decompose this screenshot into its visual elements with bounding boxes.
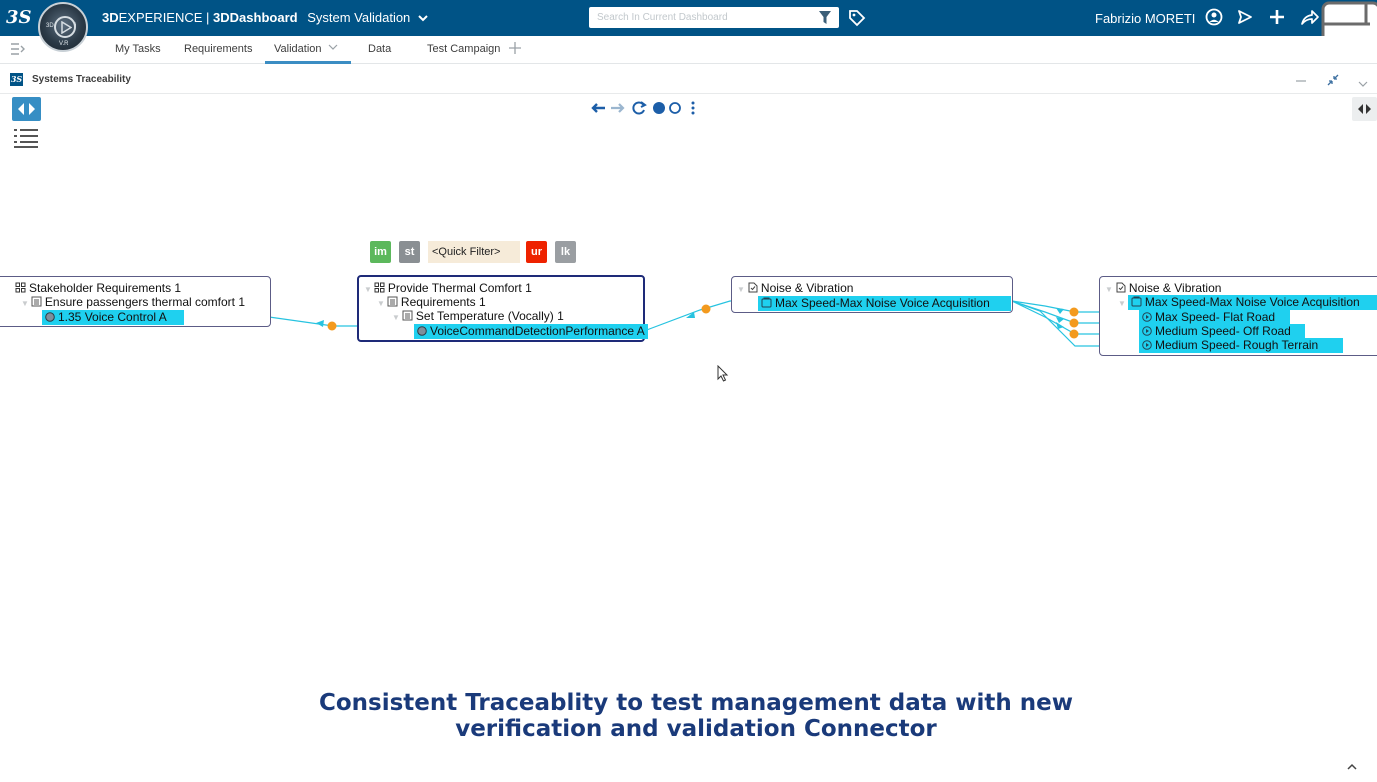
node-title-row: Stakeholder Requirements 1 (15, 281, 181, 296)
test-case-icon (761, 297, 772, 311)
video-caption: Consistent Traceablity to test managemen… (0, 690, 1377, 742)
node-leaf-row[interactable]: 1.35 Voice Control A (42, 310, 184, 325)
compass-icon[interactable]: 3D i V.R (38, 2, 88, 52)
expand-triangle-icon[interactable]: ▼ (1105, 285, 1113, 294)
node-title-row: ▼ Noise & Vibration (737, 281, 853, 297)
node-leaf-label: Max Speed-Max Noise Voice Acquisition (775, 296, 990, 310)
node-title: Provide Thermal Comfort 1 (387, 281, 532, 295)
requirement-group-icon (15, 282, 26, 296)
node-leaf-row[interactable]: Max Speed- Flat Road (1139, 310, 1290, 325)
node-leaf-label: Medium Speed- Rough Terrain (1155, 338, 1319, 352)
node-grandchild-row[interactable]: ▼ Set Temperature (Vocally) 1 (392, 309, 564, 325)
globe-icon (417, 325, 427, 339)
node-child-label: Ensure passengers thermal comfort 1 (44, 295, 246, 309)
node-child-row[interactable]: ▼ Max Speed-Max Noise Voice Acquisition (1118, 295, 1377, 311)
node-child-row[interactable]: ▼ Ensure passengers thermal comfort 1 (21, 295, 245, 311)
test-document-icon (747, 282, 758, 296)
noise-vibration-node-2[interactable]: ▼ Noise & Vibration ▼ Max Speed-Max Noise … (1099, 276, 1377, 356)
mouse-cursor-icon (717, 364, 729, 388)
test-document-icon (1115, 282, 1126, 296)
node-title: Stakeholder Requirements 1 (29, 281, 182, 295)
test-step-icon (1142, 339, 1152, 353)
node-leaf-label: 1.35 Voice Control A (58, 310, 167, 324)
node-child-label: Requirements 1 (400, 295, 486, 309)
node-leaf-row[interactable]: VoiceCommandDetectionPerformance A (414, 324, 648, 339)
expand-triangle-icon[interactable]: ▼ (392, 313, 400, 322)
expand-triangle-icon[interactable]: ▼ (364, 285, 372, 294)
globe-icon (45, 311, 55, 325)
requirement-icon (402, 310, 413, 324)
caption-line-2: verification and validation Connector (455, 716, 937, 742)
stakeholder-requirements-node[interactable]: Stakeholder Requirements 1 ▼ Ensure passe… (0, 276, 271, 327)
compass-vr-label: V.R (59, 41, 69, 47)
compass-3d-label: 3D (46, 23, 54, 29)
test-step-icon (1142, 325, 1152, 339)
node-leaf-label: Max Speed- Flat Road (1155, 310, 1276, 324)
node-title: Noise & Vibration (760, 281, 854, 295)
expand-triangle-icon[interactable]: ▼ (377, 299, 385, 308)
expand-triangle-icon[interactable]: ▼ (1118, 299, 1126, 308)
requirement-icon (31, 296, 42, 310)
requirement-group-icon (374, 282, 385, 296)
test-step-icon (1142, 311, 1152, 325)
test-case-icon (1131, 296, 1142, 310)
node-leaf-row[interactable]: Max Speed-Max Noise Voice Acquisition (758, 296, 1011, 311)
node-grandchild-label: Set Temperature (Vocally) 1 (415, 309, 564, 323)
expand-triangle-icon[interactable]: ▼ (21, 299, 29, 308)
node-leaf-label: VoiceCommandDetectionPerformance A (430, 324, 645, 338)
thermal-comfort-node[interactable]: ▼ Provide Thermal Comfort 1 ▼ Requirements… (357, 275, 648, 342)
caption-line-1: Consistent Traceablity to test managemen… (318, 690, 1073, 716)
node-leaf-row[interactable]: Medium Speed- Off Road (1139, 324, 1305, 339)
node-title: Noise & Vibration (1128, 281, 1222, 295)
node-leaf-label: Medium Speed- Off Road (1155, 324, 1291, 338)
noise-vibration-node-1[interactable]: ▼ Noise & Vibration Max Speed-Max Noise V… (731, 276, 1013, 313)
expand-triangle-icon[interactable]: ▼ (737, 285, 745, 294)
requirement-icon (387, 296, 398, 310)
node-child-label: Max Speed-Max Noise Voice Acquisition (1144, 295, 1360, 309)
node-leaf-row[interactable]: Medium Speed- Rough Terrain (1139, 338, 1343, 353)
scroll-up-caret-icon[interactable] (1347, 758, 1357, 774)
traceability-links (186, 300, 1140, 347)
play-icon[interactable] (54, 16, 76, 38)
